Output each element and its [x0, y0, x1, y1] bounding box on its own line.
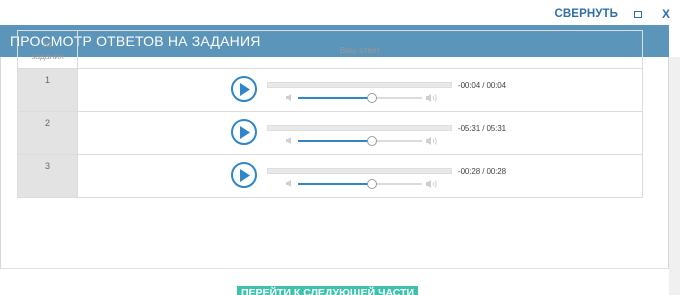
audio-player: -05:31 / 05:31 — [77, 111, 643, 155]
mute-icon[interactable] — [285, 93, 294, 102]
collapse-button[interactable]: СВЕРНУТЬ — [554, 8, 618, 20]
table-header-row: № задания Ваш ответ — [17, 30, 643, 69]
volume-slider[interactable] — [298, 136, 422, 146]
mute-icon[interactable] — [285, 179, 294, 188]
time-display: -00:04 / 00:04 — [458, 81, 506, 90]
play-button[interactable] — [231, 76, 257, 102]
mute-icon[interactable] — [285, 136, 294, 145]
progress-bar[interactable] — [267, 125, 452, 131]
column-header-number-line1: № — [42, 38, 53, 49]
volume-slider[interactable] — [298, 179, 422, 189]
volume-max-icon[interactable] — [425, 179, 439, 189]
progress-bar[interactable] — [267, 82, 452, 88]
window-controls: СВЕРНУТЬ X — [554, 6, 670, 22]
play-icon — [240, 82, 250, 96]
time-display: -05:31 / 05:31 — [458, 124, 506, 133]
volume-slider[interactable] — [298, 93, 422, 103]
volume-handle[interactable] — [367, 136, 378, 146]
table-row: 1 -00:04 / 00:04 — [17, 68, 643, 112]
play-icon — [240, 125, 250, 139]
table-row: 3 -00:28 / 00:28 — [17, 154, 643, 198]
answers-table: № задания Ваш ответ 1 -00:04 / 00:04 2 -… — [17, 30, 643, 198]
progress-bar[interactable] — [267, 168, 452, 174]
table-row: 2 -05:31 / 05:31 — [17, 111, 643, 155]
audio-player: -00:28 / 00:28 — [77, 154, 643, 198]
scroll-gutter — [669, 57, 680, 295]
volume-handle[interactable] — [367, 179, 378, 189]
maximize-icon[interactable] — [633, 10, 642, 18]
volume-handle[interactable] — [367, 93, 378, 103]
time-display: -00:28 / 00:28 — [458, 167, 506, 176]
volume-fill — [298, 140, 373, 142]
volume-max-icon[interactable] — [425, 93, 439, 103]
close-button[interactable]: X — [662, 7, 670, 21]
column-header-answer: Ваш ответ — [77, 30, 643, 69]
audio-player: -00:04 / 00:04 — [77, 68, 643, 112]
volume-fill — [298, 97, 373, 99]
task-number: 3 — [17, 154, 78, 198]
next-part-button[interactable]: ПЕРЕЙТИ К СЛЕДУЮЩЕЙ ЧАСТИ — [237, 286, 418, 295]
column-header-number-line2: задания — [31, 50, 64, 61]
task-number: 1 — [17, 68, 78, 112]
play-button[interactable] — [231, 119, 257, 145]
volume-max-icon[interactable] — [425, 136, 439, 146]
play-icon — [240, 168, 250, 182]
play-button[interactable] — [231, 162, 257, 188]
volume-fill — [298, 183, 373, 185]
column-header-number: № задания — [17, 30, 78, 69]
task-number: 2 — [17, 111, 78, 155]
